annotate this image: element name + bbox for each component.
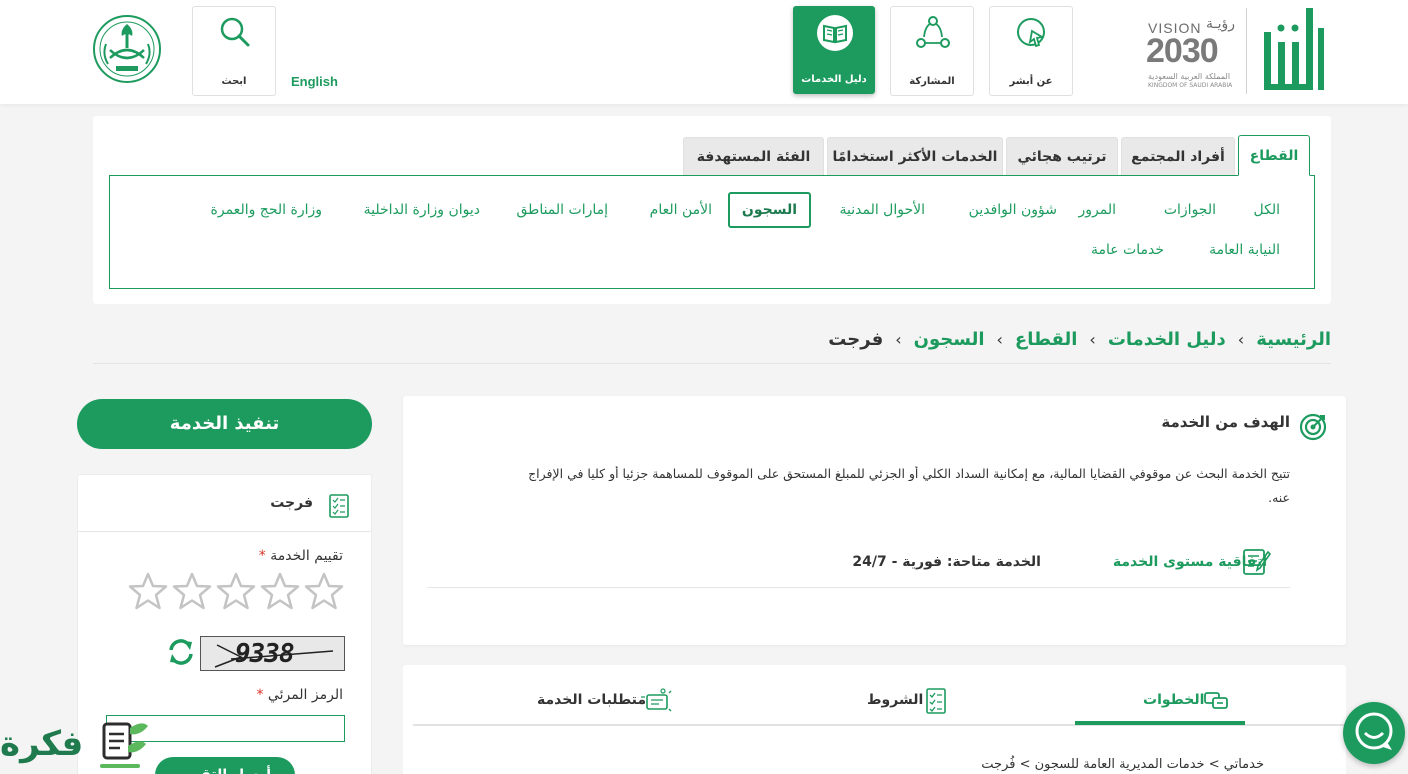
steps-icon: [1204, 692, 1228, 709]
watermark-text: فكرة: [0, 724, 84, 764]
tab-sector[interactable]: القطاع: [1238, 135, 1310, 176]
ministry-emblem: [92, 14, 162, 84]
nav-participation[interactable]: المشاركة: [890, 6, 974, 96]
breadcrumb-current: فرجت: [828, 328, 884, 350]
kingdom-en: KINGDOM OF SAUDI ARABIA: [1148, 82, 1233, 89]
sla-label: اتفاقية مستوى الخدمة: [1112, 554, 1267, 570]
logo-divider: [1246, 8, 1247, 94]
goal-title: الهدف من الخدمة: [1161, 413, 1290, 431]
search-label: ابحث: [221, 76, 247, 87]
checklist-icon: [926, 688, 946, 714]
tab-steps-label: الخطوات: [1143, 692, 1205, 708]
chatbot-button[interactable]: [1343, 702, 1405, 764]
nav-services-guide-label: دليل الخدمات: [801, 74, 867, 85]
search-icon: [220, 17, 250, 47]
tab-most-used[interactable]: الخدمات الأكثر استخدامًا: [827, 137, 1003, 175]
chevron-left-icon: ›: [1237, 329, 1245, 349]
breadcrumb-sector[interactable]: القطاع: [1015, 329, 1077, 350]
category-general-services[interactable]: خدمات عامة: [1091, 242, 1164, 258]
star-icon[interactable]: [216, 571, 256, 611]
tab-community[interactable]: أفراد المجتمع: [1121, 137, 1235, 175]
category-expat-affairs[interactable]: شؤون الوافدين: [969, 202, 1057, 218]
service-details-tabs: الخطوات الشروط متطلبات الخدمة خدماتي > خ…: [403, 665, 1346, 774]
language-switch[interactable]: English: [291, 74, 338, 89]
category-prisons[interactable]: السجون: [727, 192, 811, 228]
category-list: الكل الجوازات المرور شؤون الوافدين الأحو…: [109, 175, 1315, 289]
vision-year: 2030: [1146, 32, 1219, 70]
category-traffic[interactable]: المرور: [1079, 202, 1117, 218]
rating-label-text: تقييم الخدمة: [270, 548, 343, 564]
chevron-left-icon: ›: [1089, 329, 1096, 349]
execute-service-button[interactable]: تنفيذ الخدمة: [77, 399, 372, 449]
network-share-icon: [916, 16, 950, 48]
document-list-icon: [329, 494, 349, 518]
star-icon[interactable]: [128, 571, 168, 611]
side-service-name: فرجت: [270, 495, 313, 511]
category-hajj[interactable]: وزارة الحج والعمرة: [211, 202, 322, 218]
goal-description-line1: تتيح الخدمة البحث عن موقوفي القضايا الما…: [528, 466, 1290, 481]
side-divider: [78, 531, 371, 532]
category-civil-affairs[interactable]: الأحوال المدنية: [840, 202, 926, 218]
category-passports[interactable]: الجوازات: [1164, 202, 1216, 218]
chat-bot-icon: [1355, 712, 1393, 750]
goal-description-line2: عنه.: [1268, 490, 1290, 505]
captcha-label: الرمز المرئي *: [256, 687, 343, 703]
absher-logo[interactable]: [1262, 8, 1326, 94]
tab-terms[interactable]: الشروط: [863, 687, 973, 717]
star-icon[interactable]: [172, 571, 212, 611]
breadcrumb-prisons[interactable]: السجون: [914, 329, 985, 350]
breadcrumb: الرئيسية › دليل الخدمات › القطاع › السجون › فرجت: [828, 328, 1331, 352]
tab-steps-indicator: [1075, 721, 1245, 725]
category-regions[interactable]: إمارات المناطق: [517, 202, 609, 218]
tab-target-group[interactable]: الفئة المستهدفة: [683, 137, 824, 175]
breadcrumb-home[interactable]: الرئيسية: [1256, 329, 1331, 350]
tab-requirements-label: متطلبات الخدمة: [537, 692, 647, 708]
captcha-image: 9338: [200, 636, 345, 671]
nav-about-absher[interactable]: عن أبشر: [989, 6, 1073, 96]
top-header: VISION رؤيـة 2030 المملكة العربية السعود…: [0, 0, 1408, 104]
tab-requirements[interactable]: متطلبات الخدمة: [533, 687, 683, 717]
vision-2030-logo: VISION رؤيـة 2030 المملكة العربية السعود…: [1146, 16, 1242, 94]
tab-steps[interactable]: الخطوات: [1123, 687, 1273, 717]
open-book-icon: [817, 15, 853, 51]
breadcrumb-divider: [93, 363, 1331, 364]
vision-ar-text: رؤيـة: [1206, 16, 1236, 32]
document-leaf-icon: [100, 722, 148, 768]
cursor-click-icon: [1017, 18, 1045, 48]
send-rating-button[interactable]: أرسل التقييم: [155, 757, 295, 774]
nav-participation-label: المشاركة: [909, 76, 955, 87]
star-rating: [128, 571, 348, 615]
category-moi-diwan[interactable]: ديوان وزارة الداخلية: [364, 202, 480, 218]
nav-services-guide[interactable]: دليل الخدمات: [793, 6, 875, 94]
nav-about-label: عن أبشر: [1009, 76, 1053, 87]
service-goal-card: الهدف من الخدمة تتيح الخدمة البحث عن موق…: [403, 396, 1346, 645]
search-button[interactable]: ابحث: [192, 6, 276, 96]
goal-divider: [427, 587, 1290, 588]
category-prosecution[interactable]: النيابة العامة: [1209, 242, 1280, 258]
category-all[interactable]: الكل: [1254, 202, 1281, 218]
tab-alphabetical[interactable]: ترتيب هجائي: [1006, 137, 1118, 175]
captcha-label-text: الرمز المرئي: [267, 687, 343, 703]
refresh-icon[interactable]: [166, 637, 196, 667]
required-mark: *: [258, 548, 266, 564]
tab-terms-label: الشروط: [867, 692, 924, 708]
star-icon[interactable]: [304, 571, 344, 611]
star-icon[interactable]: [260, 571, 300, 611]
rating-label: تقييم الخدمة *: [259, 548, 343, 564]
chevron-left-icon: ›: [895, 329, 902, 349]
category-public-security[interactable]: الأمن العام: [650, 202, 712, 218]
target-icon: [1299, 413, 1327, 441]
kingdom-ar: المملكة العربية السعودية: [1148, 72, 1231, 81]
service-path: خدماتي > خدمات المديرية العامة للسجون > …: [981, 757, 1264, 772]
captcha-noise: [214, 644, 334, 668]
fikra-watermark: فكرة: [0, 716, 160, 774]
chevron-left-icon: ›: [996, 329, 1003, 349]
breadcrumb-guide[interactable]: دليل الخدمات: [1108, 329, 1226, 350]
sector-filter-panel: القطاع أفراد المجتمع ترتيب هجائي الخدمات…: [93, 116, 1331, 304]
required-mark: *: [256, 687, 264, 703]
sla-value: الخدمة متاحة: فورية - 24/7: [852, 554, 1041, 570]
